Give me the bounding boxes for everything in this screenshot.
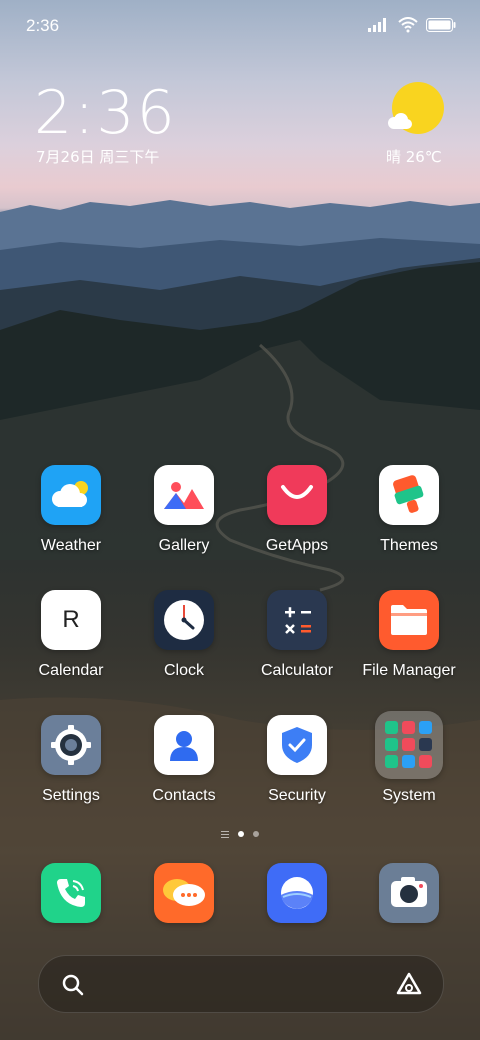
dock-camera[interactable] (349, 863, 469, 923)
assistant-icon[interactable] (395, 971, 423, 997)
signal-icon (368, 18, 386, 32)
app-folder-system[interactable]: System (349, 711, 469, 805)
app-label: Themes (380, 537, 438, 554)
wifi-icon (398, 17, 418, 33)
app-clock[interactable]: Clock (124, 590, 244, 680)
app-label: System (382, 787, 436, 804)
folder-system-icon (375, 711, 443, 779)
search-icon[interactable] (61, 973, 85, 997)
cloud-icon (388, 113, 412, 129)
calculator-icon (267, 590, 327, 650)
app-label: Settings (42, 787, 100, 804)
app-getapps[interactable]: GetApps (237, 465, 357, 555)
calendar-glyph: R (62, 606, 80, 633)
phone-icon (41, 863, 101, 923)
dock-phone[interactable] (11, 863, 131, 923)
app-label: Gallery (158, 537, 210, 554)
weather-text: 晴 26℃ (386, 148, 442, 166)
app-file-manager[interactable]: File Manager (349, 590, 469, 680)
app-label: File Manager (362, 662, 456, 679)
app-label: Weather (40, 537, 102, 554)
gallery-icon (154, 465, 214, 525)
dock-messages[interactable] (124, 863, 244, 923)
calendar-icon: R (41, 590, 101, 650)
clock-widget-date: 7月26日 周三下午 (36, 148, 160, 166)
weather-icon (41, 465, 101, 525)
page-dot-active[interactable] (238, 831, 244, 837)
app-calendar[interactable]: R Calendar (11, 590, 131, 680)
status-time: 2:36 (26, 16, 60, 35)
battery-icon (426, 18, 456, 32)
search-bar[interactable] (38, 955, 444, 1013)
getapps-icon (267, 465, 327, 525)
camera-icon (379, 863, 439, 923)
app-gallery[interactable]: Gallery (124, 465, 244, 555)
app-weather[interactable]: Weather (11, 465, 131, 555)
app-label: Calendar (38, 662, 104, 679)
app-label: GetApps (265, 537, 329, 554)
app-label: Clock (163, 662, 204, 679)
app-security[interactable]: Security (237, 715, 357, 805)
status-bar: 2:36 (0, 0, 480, 50)
page-dot[interactable] (253, 831, 259, 837)
dock-browser[interactable] (237, 863, 357, 923)
app-label: Calculator (260, 662, 334, 679)
folder-icon (379, 590, 439, 650)
message-icon (154, 863, 214, 923)
clock-icon (154, 590, 214, 650)
app-themes[interactable]: Themes (349, 465, 469, 555)
gear-icon (41, 715, 101, 775)
app-contacts[interactable]: Contacts (124, 715, 244, 805)
app-calculator[interactable]: Calculator (237, 590, 357, 680)
contact-icon (154, 715, 214, 775)
browser-icon (267, 863, 327, 923)
shield-icon (267, 715, 327, 775)
app-settings[interactable]: Settings (11, 715, 131, 805)
app-label: Contacts (152, 787, 216, 804)
app-label: Security (268, 787, 326, 804)
clock-widget-time[interactable]: 2:36 (34, 78, 177, 148)
menu-lines-icon (221, 831, 229, 838)
page-indicator (0, 830, 480, 838)
themes-icon (379, 465, 439, 525)
